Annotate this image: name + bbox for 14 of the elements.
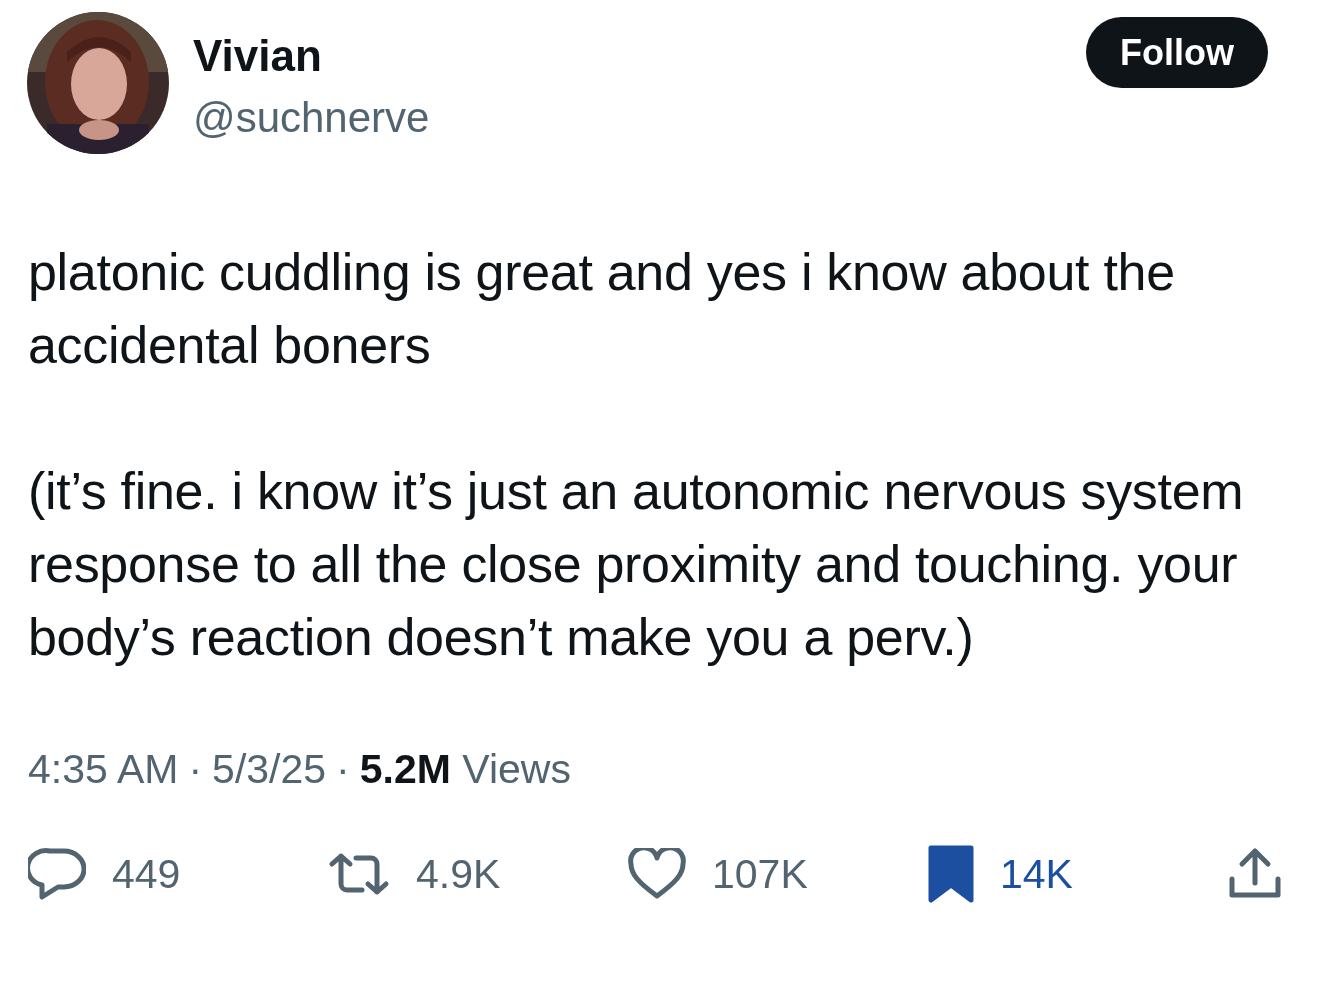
post-time[interactable]: 4:35 AM xyxy=(28,746,179,793)
follow-button[interactable]: Follow xyxy=(1086,17,1268,88)
user-name[interactable]: Vivian xyxy=(193,34,322,78)
action-count: 4.9K xyxy=(416,850,501,898)
separator-dot: · xyxy=(188,746,203,793)
action-count: 14K xyxy=(1000,850,1073,898)
post-date[interactable]: 5/3/25 xyxy=(212,746,327,793)
user-handle[interactable]: @suchnerve xyxy=(193,94,430,142)
post-text: (it’s fine. i know it’s just an autonomic nervous system response to all the close proximity and touching. your body’s reaction doesn’t make you a perv.) xyxy=(28,461,1245,668)
separator-dot: · xyxy=(336,746,350,793)
action-count: 449 xyxy=(112,850,181,898)
post-text: platonic cuddling is great and yes i know about the accidental boners xyxy=(28,242,1176,376)
view-count: 5.2M Views xyxy=(359,746,571,793)
action-count: 107K xyxy=(712,850,808,898)
